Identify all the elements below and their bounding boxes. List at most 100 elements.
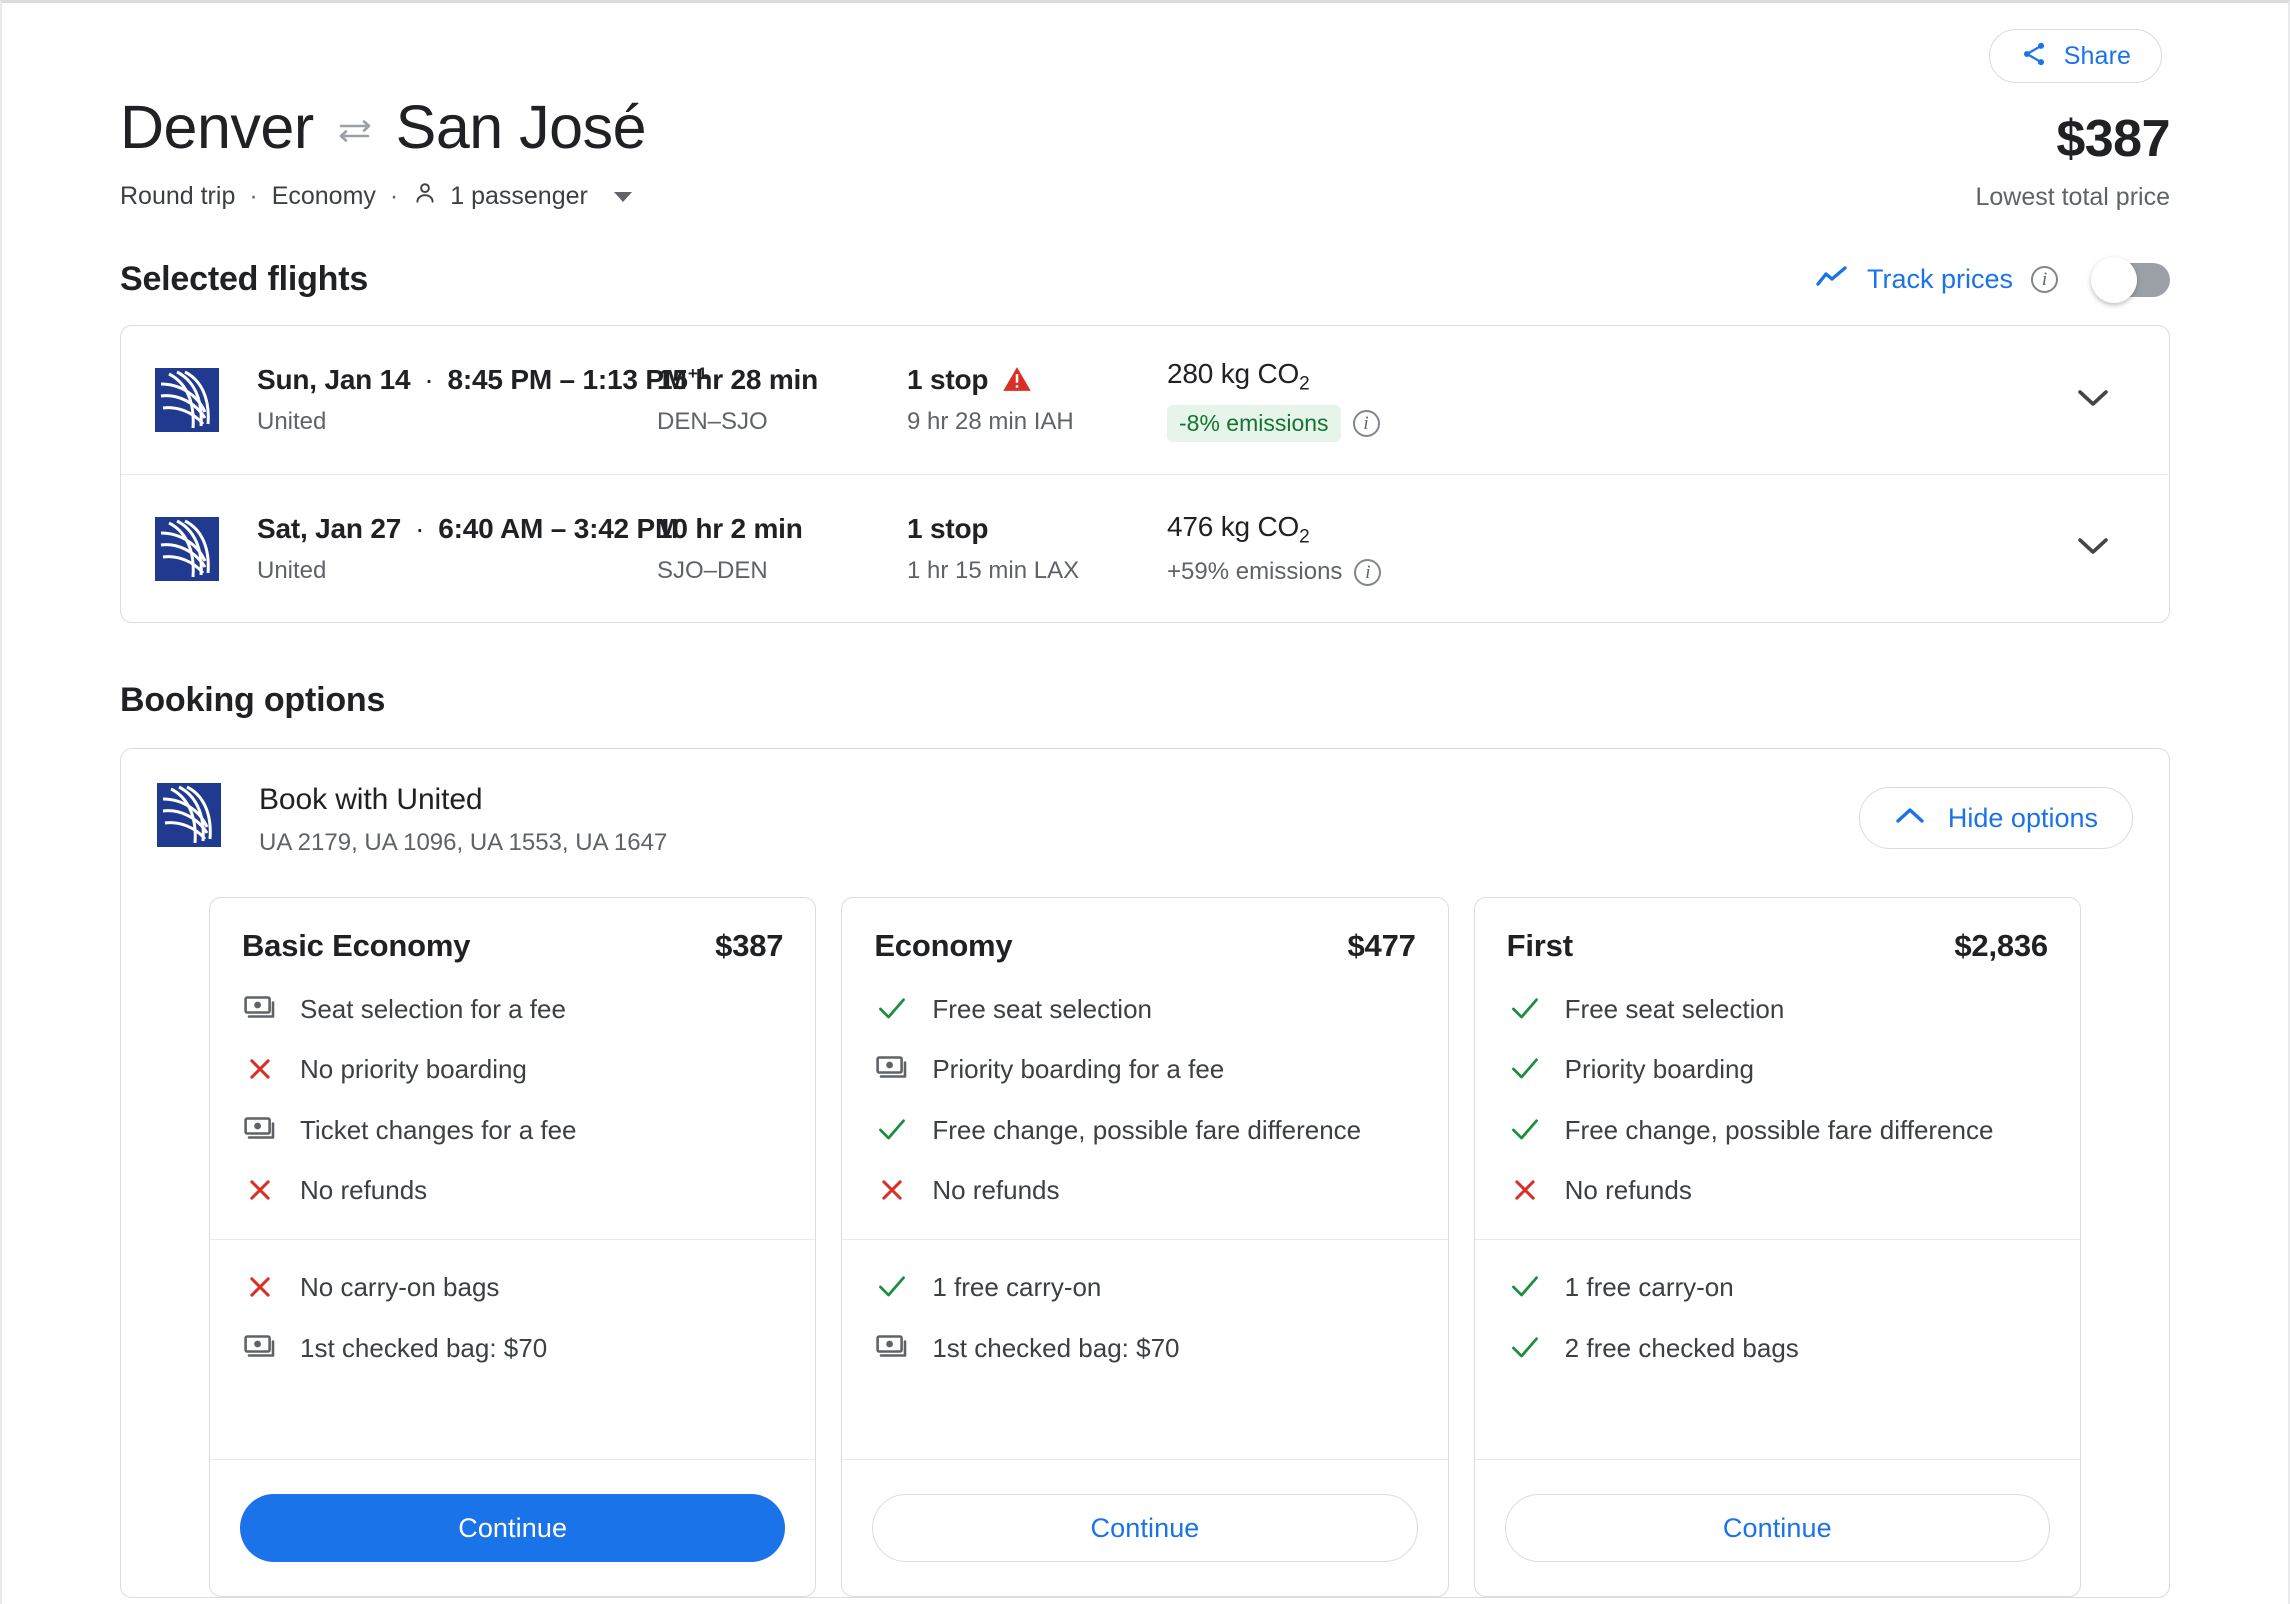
- booking-options-card: Book with United UA 2179, UA 1096, UA 15…: [120, 748, 2170, 1599]
- fare-feature: No refunds: [1507, 1173, 2048, 1207]
- fare-bag-text: 1st checked bag: $70: [300, 1332, 548, 1363]
- united-logo: [155, 516, 219, 581]
- chevron-down-icon[interactable]: [2076, 387, 2110, 414]
- fare-feature: Ticket changes for a fee: [242, 1113, 783, 1147]
- separator-1: ·: [249, 182, 258, 211]
- flight-emissions-row: +59% emissions i: [1167, 558, 2053, 586]
- green-check-icon: [1507, 1052, 1543, 1083]
- fare-feature: Priority boarding for a fee: [874, 1052, 1415, 1086]
- flight-stops-line: 1 stop: [907, 364, 1167, 396]
- chevron-down-icon[interactable]: [2076, 535, 2110, 562]
- continue-button[interactable]: Continue: [872, 1494, 1418, 1563]
- green-check-icon: [874, 992, 910, 1023]
- fare-feature-text: Seat selection for a fee: [300, 994, 566, 1025]
- money-fee-icon: [242, 1113, 278, 1142]
- money-fee-icon: [242, 1331, 278, 1360]
- fare-bag-item: 1st checked bag: $70: [874, 1331, 1415, 1365]
- info-icon[interactable]: i: [1352, 410, 1380, 438]
- fare-bag-item: 1 free carry-on: [874, 1270, 1415, 1304]
- continue-button[interactable]: Continue: [1504, 1494, 2050, 1563]
- fare-feature: No refunds: [242, 1173, 783, 1207]
- info-icon[interactable]: i: [2031, 266, 2058, 294]
- fare-cta-wrap: Continue: [842, 1459, 1448, 1596]
- track-prices-label[interactable]: Track prices: [1867, 264, 2013, 295]
- warning-triangle-icon: [1002, 365, 1032, 393]
- hide-options-button[interactable]: Hide options: [1858, 787, 2133, 850]
- selected-flights-title: Selected flights: [120, 260, 369, 299]
- fare-bag-text: 2 free checked bags: [1564, 1332, 1799, 1363]
- fare-bag-text: 1 free carry-on: [1564, 1272, 1734, 1303]
- share-button[interactable]: Share: [1988, 29, 2162, 83]
- destination-city: San José: [395, 93, 647, 161]
- booking-provider-title: Book with United: [259, 783, 483, 817]
- flight-duration: 10 hr 2 min: [657, 512, 803, 544]
- green-check-icon: [874, 1113, 910, 1144]
- fare-feature-text: No refunds: [1564, 1174, 1692, 1205]
- selected-flights-header: Selected flights Track prices i: [120, 256, 2170, 303]
- flight-stops-col: 1 stop 9 hr 28 min IAH: [907, 364, 1167, 436]
- fare-bag-text: No carry-on bags: [300, 1272, 500, 1303]
- fare-card-first: First $2,836 Free seat selection Priorit…: [1473, 897, 2081, 1598]
- passenger-selector[interactable]: 1 passenger: [412, 179, 632, 214]
- green-check-icon: [1507, 992, 1543, 1023]
- flight-stops: 1 stop: [907, 364, 989, 396]
- cabin-class[interactable]: Economy: [272, 182, 376, 211]
- fare-feature-text: Free change, possible fare difference: [1564, 1114, 1994, 1145]
- flight-times: 6:40 AM – 3:42 PM: [438, 512, 679, 544]
- track-prices-toggle[interactable]: [2091, 256, 2170, 303]
- red-x-icon: [242, 1052, 278, 1083]
- flight-airline: United: [257, 408, 327, 436]
- trip-type[interactable]: Round trip: [120, 182, 235, 211]
- red-x-icon: [242, 1173, 278, 1204]
- flight-co2: 280 kg CO2: [1167, 358, 2053, 396]
- flight-layover: 9 hr 28 min IAH: [907, 408, 1074, 436]
- flight-expand-col[interactable]: [2053, 387, 2133, 414]
- flight-date: Sun, Jan 14: [257, 364, 411, 396]
- continue-button[interactable]: Continue: [240, 1494, 786, 1563]
- flight-time-col: Sat, Jan 27 · 6:40 AM – 3:42 PM United: [257, 512, 678, 585]
- info-icon[interactable]: i: [1354, 558, 1382, 586]
- fare-bag-text: 1st checked bag: $70: [932, 1332, 1180, 1363]
- fare-baggage: 1 free carry-on 2 free checked bags: [1474, 1239, 2080, 1393]
- money-fee-icon: [874, 1052, 910, 1081]
- fare-price: $2,836: [1954, 928, 2048, 964]
- separator-2: ·: [389, 182, 399, 211]
- flight-emissions-row: -8% emissions i: [1167, 405, 2053, 443]
- green-check-icon: [1507, 1113, 1543, 1144]
- fare-cta-wrap: Continue: [210, 1459, 816, 1596]
- fare-price: $477: [1347, 928, 1416, 964]
- money-fee-icon: [874, 1331, 910, 1360]
- chevron-down-icon: [613, 191, 632, 202]
- flight-airline: United: [257, 556, 327, 584]
- page-title: Denver San José: [120, 93, 647, 161]
- flight-dot: ·: [415, 512, 425, 544]
- fare-feature-text: No refunds: [300, 1174, 428, 1205]
- united-logo: [155, 368, 219, 433]
- fare-bag-item: No carry-on bags: [242, 1270, 783, 1304]
- fare-bag-text: 1 free carry-on: [932, 1272, 1102, 1303]
- money-fee-icon: [242, 992, 278, 1021]
- fare-header: Economy $477: [842, 898, 1447, 964]
- flight-co2-subscript: 2: [1299, 526, 1310, 548]
- fare-header: Basic Economy $387: [210, 898, 815, 964]
- share-row: Share: [120, 3, 2170, 83]
- green-check-icon: [874, 1270, 910, 1301]
- fare-price: $387: [715, 928, 784, 964]
- flight-time-col: Sun, Jan 14 · 8:45 PM – 1:13 PM +1 Unite…: [257, 364, 707, 436]
- fare-features: Free seat selection Priority boarding fo…: [842, 964, 1447, 1239]
- fare-feature-text: Free change, possible fare difference: [932, 1114, 1362, 1145]
- fare-feature-text: Priority boarding: [1564, 1054, 1754, 1085]
- total-price: $387: [2056, 110, 2170, 168]
- flight-expand-col[interactable]: [2053, 535, 2133, 562]
- flight-duration-col: 10 hr 2 min SJO–DEN: [657, 513, 907, 585]
- fare-feature-text: No priority boarding: [300, 1054, 527, 1085]
- fare-bag-item: 1 free carry-on: [1507, 1270, 2048, 1304]
- fare-name: Basic Economy: [242, 928, 471, 964]
- person-icon: [412, 179, 438, 214]
- trending-up-icon: [1815, 264, 1849, 295]
- fare-features: Seat selection for a fee No priority boa…: [210, 964, 815, 1239]
- flight-row[interactable]: Sun, Jan 14 · 8:45 PM – 1:13 PM +1 Unite…: [121, 326, 2169, 474]
- flight-booking-page: Share Denver San José Round trip · Econo…: [0, 0, 2290, 1604]
- red-x-icon: [1507, 1173, 1543, 1204]
- flight-row[interactable]: Sat, Jan 27 · 6:40 AM – 3:42 PM United 1…: [121, 474, 2169, 622]
